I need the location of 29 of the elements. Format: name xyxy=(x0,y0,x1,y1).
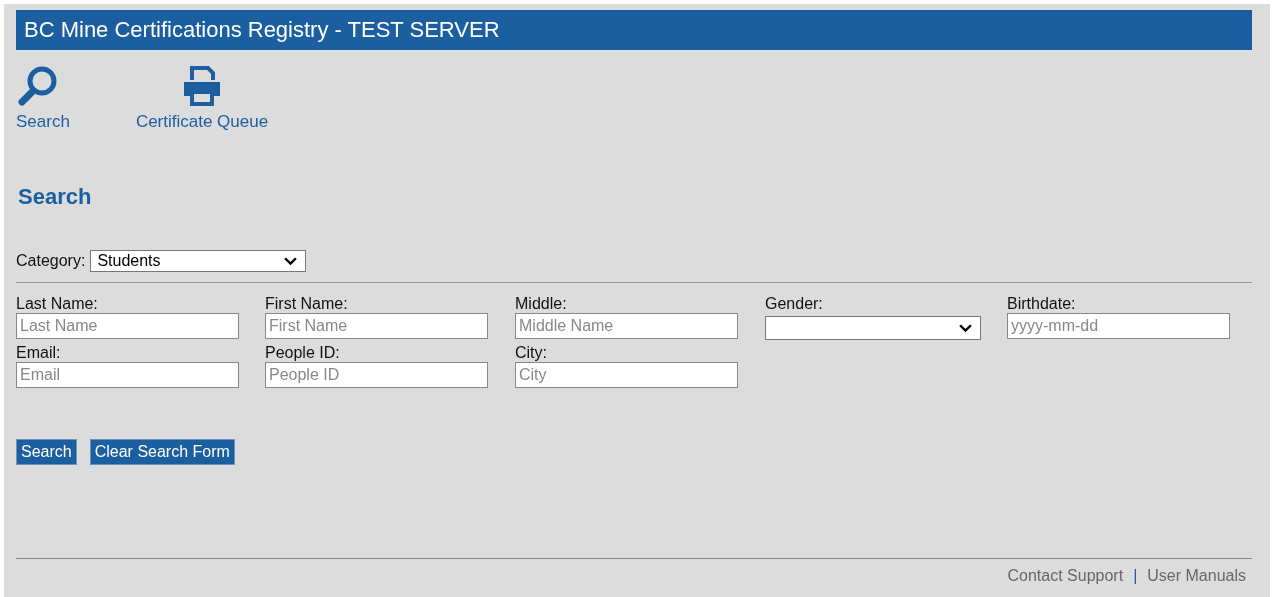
field-label: First Name: xyxy=(265,295,349,313)
field-label: Category: xyxy=(16,252,86,270)
field-label: People ID: xyxy=(265,344,341,362)
dropdown-field[interactable] xyxy=(765,316,981,340)
field-label: Birthdate: xyxy=(1007,295,1077,313)
form-button[interactable]: Clear Search Form xyxy=(89,439,235,465)
input-field[interactable]: People ID xyxy=(265,362,488,388)
input-field[interactable]: Last Name xyxy=(16,313,239,339)
field-label: City: xyxy=(515,344,548,362)
field-label: Email: xyxy=(16,344,62,362)
separator: | xyxy=(1133,567,1138,586)
nav-link[interactable]: Search xyxy=(16,64,70,132)
input-field[interactable]: City xyxy=(515,362,738,388)
field-label: Middle: xyxy=(515,295,568,313)
field-label: Last Name: xyxy=(16,295,99,313)
footer-link[interactable]: Contact Support xyxy=(1007,567,1124,597)
chevron-icon xyxy=(284,256,298,266)
input-field[interactable]: First Name xyxy=(265,313,488,339)
category-dropdown[interactable]: Students xyxy=(90,250,307,272)
nav-link[interactable]: Certificate Queue xyxy=(135,64,269,132)
chevron-icon xyxy=(959,323,972,333)
footer-link[interactable]: User Manuals xyxy=(1147,567,1246,597)
field-label: Gender: xyxy=(765,295,824,313)
input-field[interactable]: Middle Name xyxy=(515,313,738,339)
section-heading: Search xyxy=(18,184,93,210)
form-button[interactable]: Search xyxy=(16,439,77,465)
window-title: BC Mine Certifications Registry - TEST SERVER xyxy=(16,10,1252,50)
input-field[interactable]: yyyy-mm-dd xyxy=(1007,313,1230,339)
input-field[interactable]: Email xyxy=(16,362,239,388)
